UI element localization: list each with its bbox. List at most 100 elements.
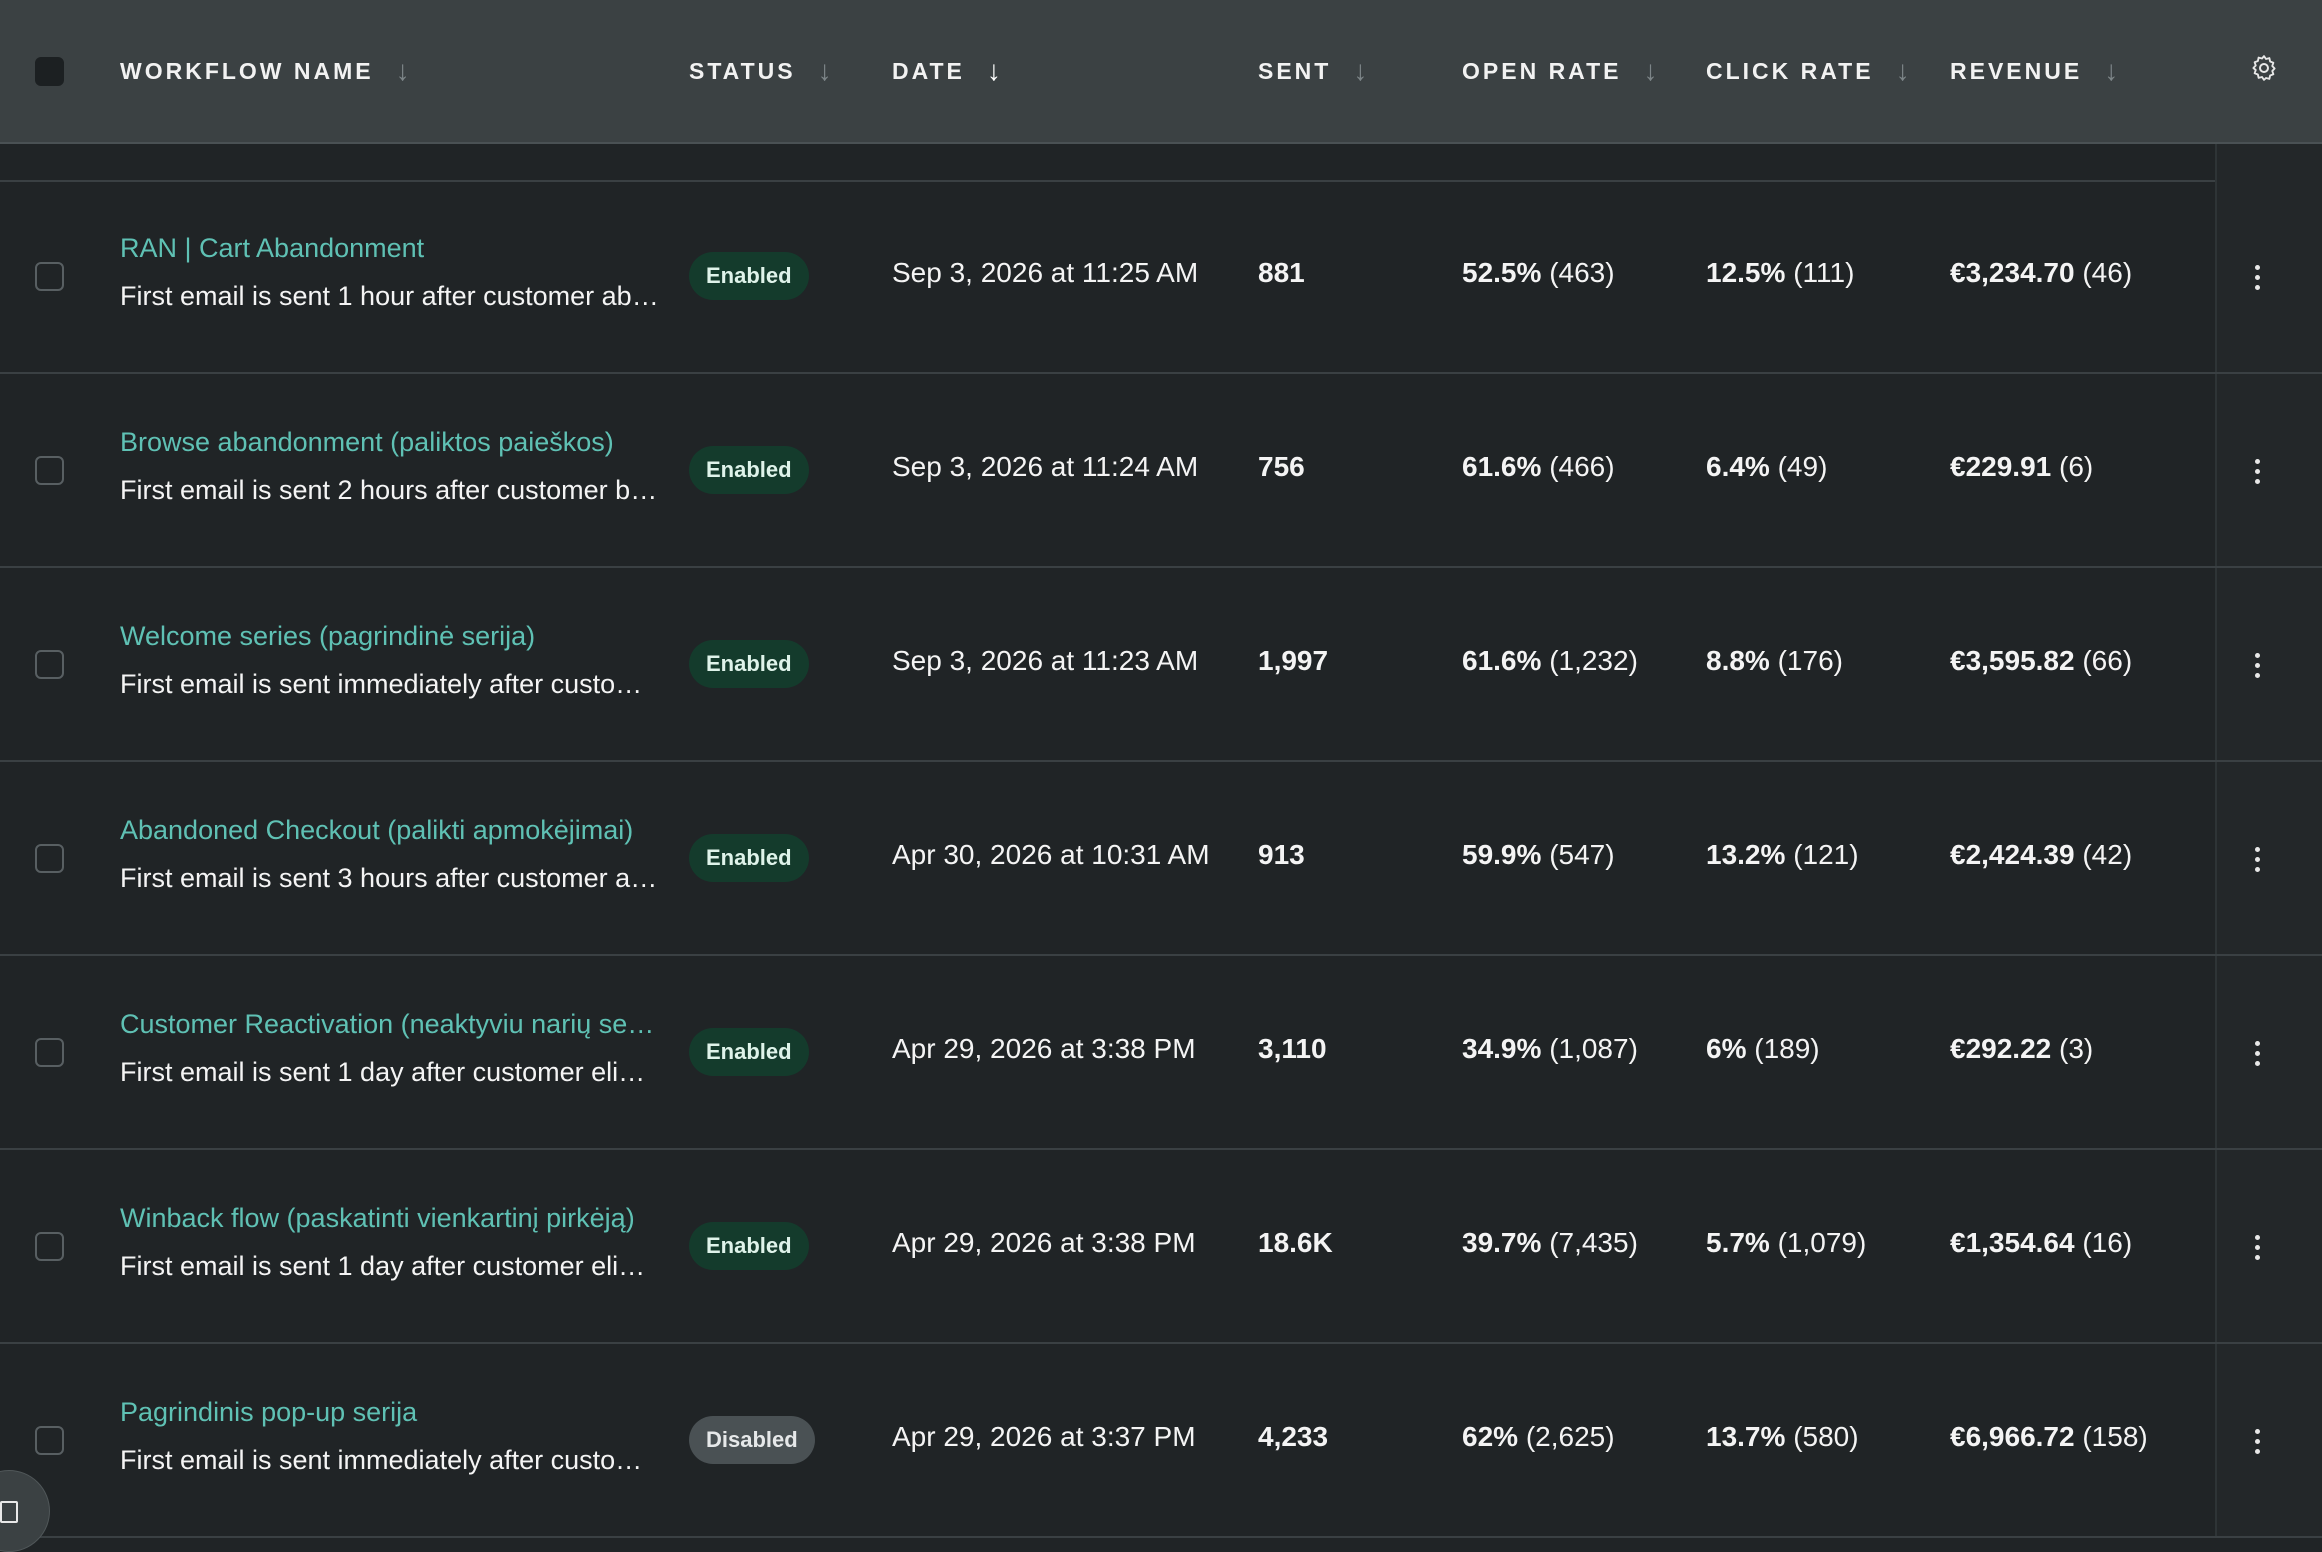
- workflow-description: First email is sent 2 hours after custom…: [120, 475, 660, 505]
- widget-icon: [0, 1501, 18, 1523]
- column-date[interactable]: DATE ↓: [892, 0, 1001, 142]
- revenue-cell: €1,354.64 (16): [1950, 1227, 2132, 1259]
- click-count: (189): [1754, 1033, 1820, 1064]
- sent-value: 3,110: [1258, 1033, 1327, 1064]
- click-count: (1,079): [1777, 1227, 1867, 1258]
- table-row[interactable]: Pagrindinis pop-up serija First email is…: [0, 1344, 2322, 1538]
- workflow-description: First email is sent immediately after cu…: [120, 1445, 660, 1475]
- sent-value: 881: [1258, 257, 1305, 288]
- workflow-description: First email is sent immediately after cu…: [120, 669, 660, 699]
- revenue-cell: €6,966.72 (158): [1950, 1421, 2148, 1453]
- click-count: (49): [1777, 451, 1828, 482]
- sent-cell: 18.6K: [1258, 1227, 1333, 1259]
- sent-cell: 3,110: [1258, 1033, 1327, 1065]
- column-open-rate[interactable]: OPEN RATE ↓: [1462, 0, 1657, 142]
- click-rate-value: 8.8%: [1706, 645, 1770, 676]
- column-revenue[interactable]: REVENUE ↓: [1950, 0, 2118, 142]
- click-rate-value: 12.5%: [1706, 257, 1786, 288]
- workflow-name-link[interactable]: Winback flow (paskatinti vienkartinį pir…: [120, 1203, 660, 1234]
- revenue-cell: €229.91 (6): [1950, 451, 2093, 483]
- workflow-name-link[interactable]: Abandoned Checkout (palikti apmokėjimai): [120, 815, 660, 846]
- open-count: (7,435): [1549, 1227, 1638, 1258]
- sent-cell: 913: [1258, 839, 1305, 871]
- table-row[interactable]: Customer Reactivation (neaktyviu narių s…: [0, 956, 2322, 1150]
- revenue-value: €3,234.70: [1950, 257, 2075, 288]
- status-badge: Enabled: [689, 1222, 809, 1270]
- more-options-icon[interactable]: [2247, 250, 2267, 304]
- date-cell: Sep 3, 2026 at 11:24 AM: [892, 451, 1199, 482]
- sort-arrow-icon[interactable]: ↓: [2104, 55, 2118, 87]
- sent-cell: 4,233: [1258, 1421, 1328, 1453]
- sort-arrow-icon[interactable]: ↓: [818, 55, 832, 87]
- revenue-value: €1,354.64: [1950, 1227, 2075, 1258]
- open-rate-value: 39.7%: [1462, 1227, 1542, 1258]
- sent-value: 913: [1258, 839, 1305, 870]
- date-cell: Sep 3, 2026 at 11:25 AM: [892, 257, 1199, 288]
- column-click-rate[interactable]: CLICK RATE ↓: [1706, 0, 1910, 142]
- click-rate-cell: 8.8% (176): [1706, 645, 1843, 677]
- workflow-name-link[interactable]: Customer Reactivation (neaktyviu narių s…: [120, 1009, 660, 1040]
- revenue-count: (6): [2059, 451, 2094, 482]
- open-rate-cell: 39.7% (7,435): [1462, 1227, 1638, 1259]
- column-label: OPEN RATE: [1462, 57, 1622, 84]
- click-rate-cell: 13.2% (121): [1706, 839, 1859, 871]
- click-rate-value: 6.4%: [1706, 451, 1770, 482]
- sent-cell: 756: [1258, 451, 1305, 483]
- column-workflow-name[interactable]: WORKFLOW NAME ↓: [120, 0, 410, 142]
- revenue-cell: €2,424.39 (42): [1950, 839, 2132, 871]
- sort-arrow-active-icon[interactable]: ↓: [987, 55, 1001, 87]
- table-row[interactable]: Welcome series (pagrindinė serija) First…: [0, 568, 2322, 762]
- more-options-icon[interactable]: [2247, 1414, 2267, 1468]
- more-options-icon[interactable]: [2247, 832, 2267, 886]
- revenue-cell: €292.22 (3): [1950, 1033, 2093, 1065]
- row-checkbox[interactable]: [35, 1038, 64, 1067]
- open-count: (547): [1549, 839, 1615, 870]
- click-rate-cell: 6.4% (49): [1706, 451, 1827, 483]
- status-badge: Enabled: [689, 252, 809, 300]
- click-count: (121): [1793, 839, 1859, 870]
- open-rate-value: 62%: [1462, 1421, 1519, 1452]
- row-checkbox[interactable]: [35, 456, 64, 485]
- workflow-name-link[interactable]: RAN | Cart Abandonment: [120, 233, 660, 264]
- sort-arrow-icon[interactable]: ↓: [396, 55, 410, 87]
- date-cell: Apr 29, 2026 at 3:38 PM: [892, 1227, 1196, 1258]
- row-checkbox[interactable]: [35, 844, 64, 873]
- table-row[interactable]: RAN | Cart Abandonment First email is se…: [0, 180, 2322, 374]
- more-options-icon[interactable]: [2247, 444, 2267, 498]
- column-status[interactable]: STATUS ↓: [689, 0, 832, 142]
- workflow-name-link[interactable]: Pagrindinis pop-up serija: [120, 1397, 660, 1428]
- sent-cell: 1,997: [1258, 645, 1328, 677]
- row-checkbox[interactable]: [35, 262, 64, 291]
- row-checkbox[interactable]: [35, 650, 64, 679]
- click-rate-value: 13.2%: [1706, 839, 1786, 870]
- click-rate-cell: 6% (189): [1706, 1033, 1820, 1065]
- sort-arrow-icon[interactable]: ↓: [1643, 55, 1657, 87]
- date-cell: Sep 3, 2026 at 11:23 AM: [892, 645, 1199, 676]
- table-row[interactable]: Browse abandonment (paliktos paieškos) F…: [0, 374, 2322, 568]
- more-options-icon[interactable]: [2247, 1026, 2267, 1080]
- table-row[interactable]: Winback flow (paskatinti vienkartinį pir…: [0, 1150, 2322, 1344]
- more-options-icon[interactable]: [2247, 638, 2267, 692]
- revenue-count: (16): [2082, 1227, 2133, 1258]
- open-rate-cell: 34.9% (1,087): [1462, 1033, 1638, 1065]
- open-rate-cell: 61.6% (1,232): [1462, 645, 1638, 677]
- gear-icon[interactable]: [2249, 53, 2279, 83]
- workflow-name-link[interactable]: Browse abandonment (paliktos paieškos): [120, 427, 660, 458]
- more-options-icon[interactable]: [2247, 1220, 2267, 1274]
- revenue-count: (46): [2082, 257, 2133, 288]
- workflow-description: First email is sent 1 day after customer…: [120, 1057, 660, 1087]
- row-checkbox[interactable]: [35, 1232, 64, 1261]
- revenue-count: (158): [2082, 1421, 2148, 1452]
- table-row[interactable]: Abandoned Checkout (palikti apmokėjimai)…: [0, 762, 2322, 956]
- sort-arrow-icon[interactable]: ↓: [1353, 55, 1367, 87]
- sent-value: 1,997: [1258, 645, 1329, 676]
- revenue-value: €229.91: [1950, 451, 2052, 482]
- workflow-name-link[interactable]: Welcome series (pagrindinė serija): [120, 621, 660, 652]
- sort-arrow-icon[interactable]: ↓: [1896, 55, 1910, 87]
- revenue-count: (3): [2059, 1033, 2094, 1064]
- revenue-value: €6,966.72: [1950, 1421, 2075, 1452]
- select-all-checkbox[interactable]: [35, 57, 64, 86]
- open-count: (1,232): [1549, 645, 1638, 676]
- row-checkbox[interactable]: [35, 1426, 64, 1455]
- column-sent[interactable]: SENT ↓: [1258, 0, 1367, 142]
